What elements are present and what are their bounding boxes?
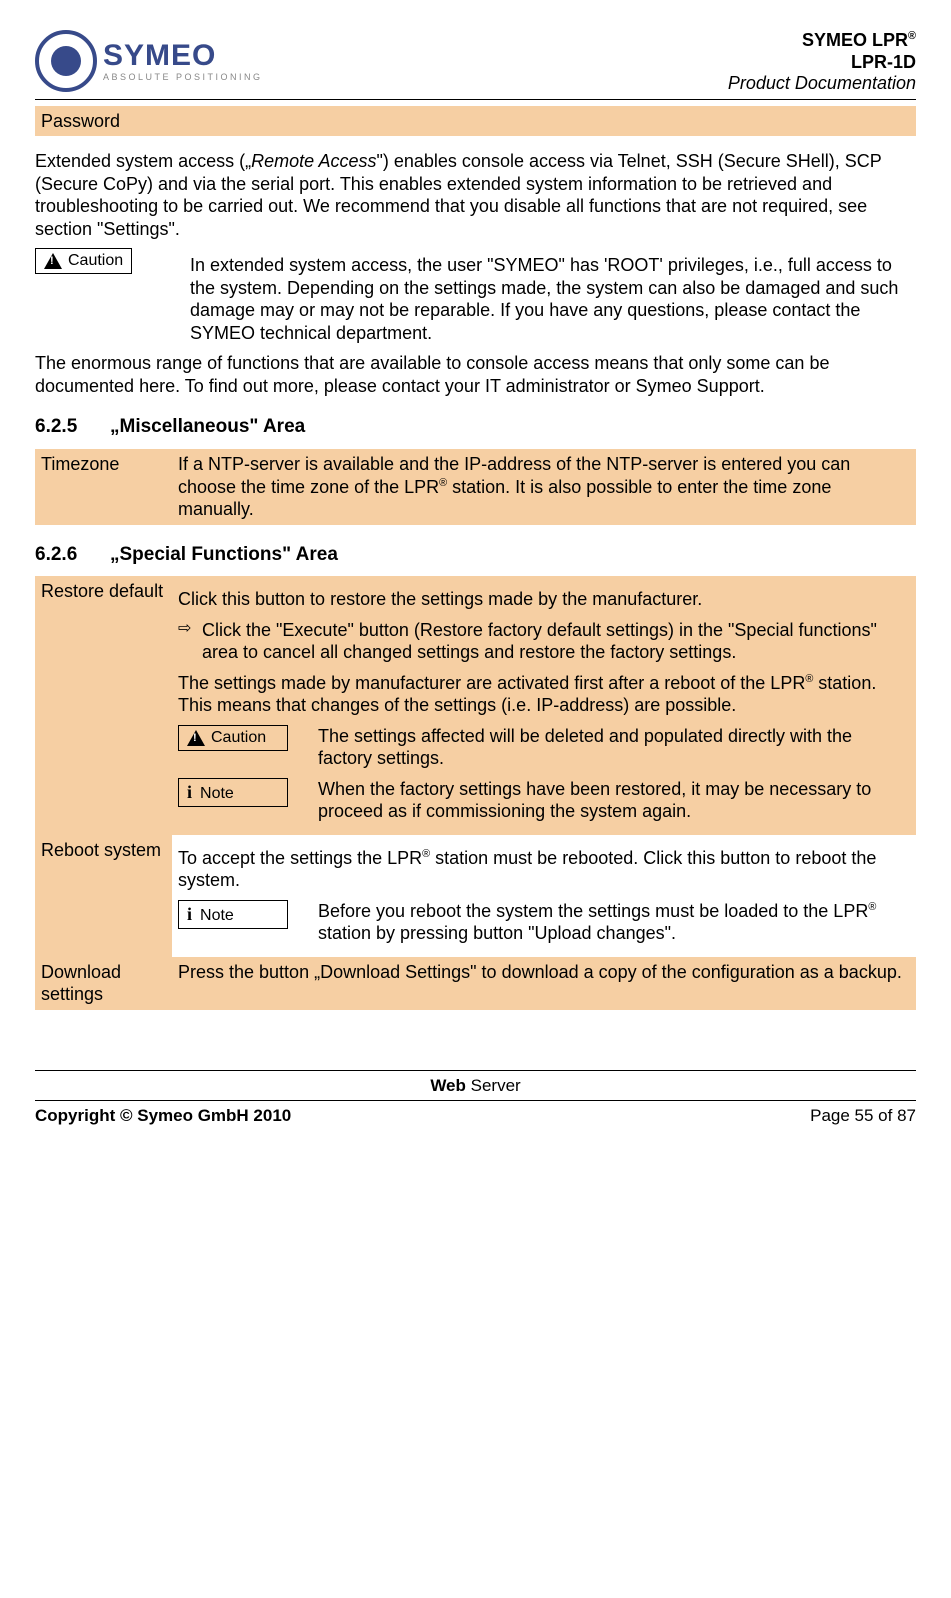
footer-center: Web Server (35, 1075, 916, 1101)
restore-p2: The settings made by manufacturer are ac… (178, 672, 910, 717)
caution-text-1: In extended system access, the user "SYM… (190, 254, 916, 344)
timezone-desc: If a NTP-server is available and the IP-… (172, 449, 916, 525)
logo: SYMEO ABSOLUTE POSITIONING (35, 30, 263, 92)
page-header: SYMEO ABSOLUTE POSITIONING SYMEO LPR® LP… (35, 30, 916, 100)
reboot-note-text: Before you reboot the system the setting… (318, 900, 910, 945)
restore-caution-text: The settings affected will be deleted an… (318, 725, 910, 770)
restore-note-text: When the factory settings have been rest… (318, 778, 910, 823)
password-table: Password (35, 106, 916, 137)
header-line1: SYMEO LPR (802, 30, 908, 50)
caution-badge: Caution (178, 725, 288, 751)
restore-caution: Caution The settings affected will be de… (178, 725, 910, 770)
restore-label: Restore default (35, 576, 172, 835)
footer-page: Page 55 of 87 (810, 1105, 916, 1126)
note-badge: iNote (178, 900, 288, 929)
timezone-table: Timezone If a NTP-server is available an… (35, 449, 916, 525)
logo-name: SYMEO (103, 41, 263, 71)
header-titles: SYMEO LPR® LPR-1D Product Documentation (728, 30, 916, 95)
timezone-label: Timezone (35, 449, 172, 525)
registered-icon: ® (908, 30, 916, 42)
logo-icon (35, 30, 97, 92)
header-line3: Product Documentation (728, 73, 916, 95)
download-label: Download settings (35, 957, 172, 1010)
reboot-label: Reboot system (35, 835, 172, 957)
warning-icon (44, 253, 62, 269)
restore-p1: Click this button to restore the setting… (178, 588, 910, 611)
special-functions-table: Restore default Click this button to res… (35, 576, 916, 1010)
download-desc: Press the button „Download Settings" to … (172, 957, 916, 1010)
password-value (172, 106, 916, 137)
warning-icon (187, 730, 205, 746)
restore-desc: Click this button to restore the setting… (172, 576, 916, 835)
footer-copyright: Copyright © Symeo GmbH 2010 (35, 1106, 291, 1125)
caution-badge: Caution (35, 248, 132, 274)
note-badge: iNote (178, 778, 288, 807)
logo-tagline: ABSOLUTE POSITIONING (103, 73, 263, 82)
restore-note: iNote When the factory settings have bee… (178, 778, 910, 823)
heading-626: 6.2.6„Special Functions" Area (35, 543, 916, 567)
reboot-desc: To accept the settings the LPR® station … (172, 835, 916, 957)
para-range: The enormous range of functions that are… (35, 352, 916, 397)
header-line2: LPR-1D (728, 52, 916, 74)
arrow-icon: ⇨ (178, 619, 202, 664)
reboot-p1: To accept the settings the LPR® station … (178, 847, 910, 892)
password-label: Password (35, 106, 172, 137)
info-icon: i (187, 904, 192, 924)
heading-625: 6.2.5„Miscellaneous" Area (35, 415, 916, 439)
info-icon: i (187, 782, 192, 802)
page-footer: Web Server Copyright © Symeo GmbH 2010 P… (35, 1070, 916, 1127)
reboot-note: iNote Before you reboot the system the s… (178, 900, 910, 945)
restore-arrow-item: ⇨ Click the "Execute" button (Restore fa… (178, 619, 910, 664)
para-remote-access: Extended system access („Remote Access")… (35, 150, 916, 240)
